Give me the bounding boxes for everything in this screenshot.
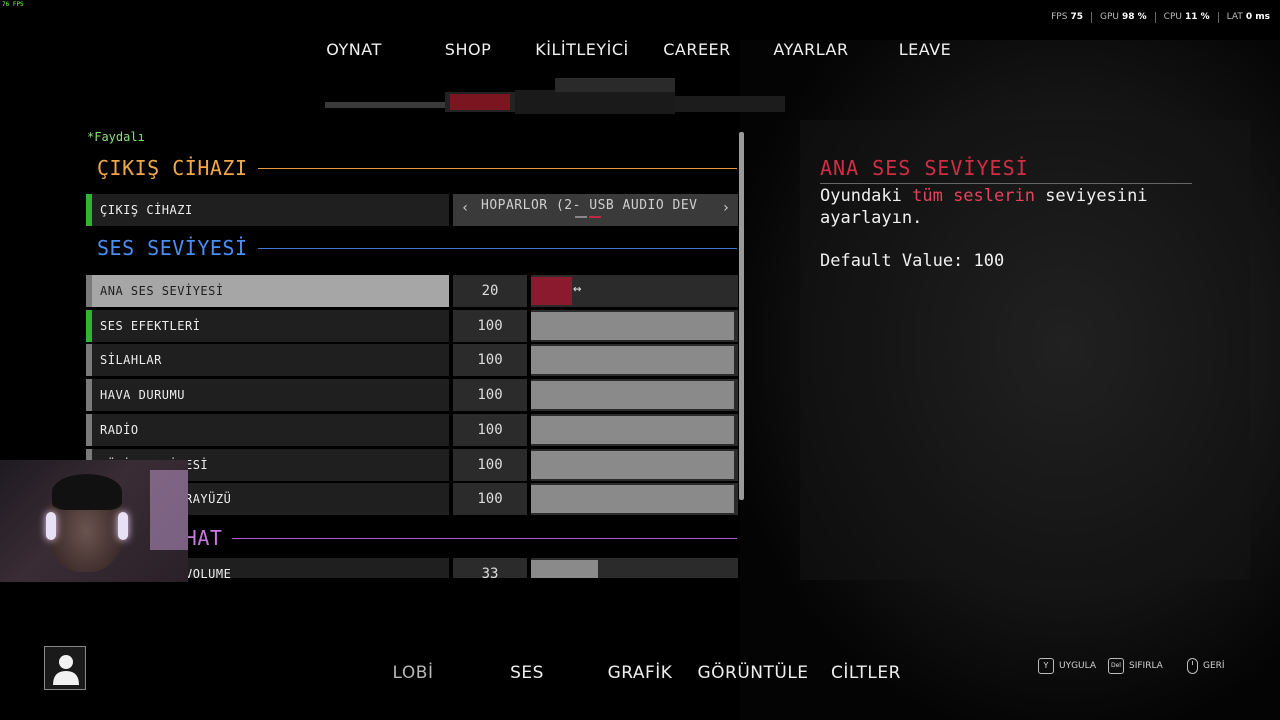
tab-career[interactable]: CAREER xyxy=(663,40,731,59)
tab-lobby[interactable]: LOBİ xyxy=(393,663,434,683)
volume-row[interactable]: ANA SES SEVİYESİ 20 ↔ xyxy=(86,275,738,307)
setting-value: 100 xyxy=(453,379,527,412)
slider-fill xyxy=(531,415,734,444)
key-del-icon: Del xyxy=(1108,658,1124,674)
volume-row[interactable]: HAVA DURUMU 100 xyxy=(86,379,738,412)
slider-fill xyxy=(531,311,734,340)
setting-value: 100 xyxy=(453,448,527,481)
setting-value: 20 xyxy=(453,275,527,307)
tab-leave[interactable]: LEAVE xyxy=(899,40,952,59)
setting-label-box: SES EFEKTLERİ xyxy=(86,309,449,342)
user-icon xyxy=(53,655,79,685)
section-title: SES SEVİYESİ xyxy=(97,236,248,260)
volume-slider[interactable] xyxy=(531,309,738,342)
setting-label: SES EFEKTLERİ xyxy=(100,318,201,333)
output-device-selector[interactable]: ‹ HOPARLOR (2- USB AUDIO DEV › xyxy=(453,194,738,226)
setting-label: ANA SES SEVİYESİ xyxy=(100,284,224,298)
tab-display[interactable]: GÖRÜNTÜLE xyxy=(697,663,808,683)
chevron-left-icon[interactable]: ‹ xyxy=(461,200,469,216)
volume-slider[interactable] xyxy=(531,483,738,516)
divider xyxy=(257,247,737,249)
chevron-right-icon[interactable]: › xyxy=(722,200,730,216)
output-device-row[interactable]: ÇIKIŞ CİHAZI ‹ HOPARLOR (2- USB AUDIO DE… xyxy=(86,194,738,226)
slider-fill xyxy=(531,381,734,410)
divider xyxy=(820,183,1192,184)
volume-slider[interactable] xyxy=(531,344,738,377)
tab-skins[interactable]: CİLTLER xyxy=(831,663,901,683)
setting-label: RADİO xyxy=(100,422,139,437)
volume-row[interactable]: RADİO 100 xyxy=(86,413,738,446)
section-voice-chat: VOICE CHAT xyxy=(97,526,737,550)
slider-fill xyxy=(531,485,734,514)
info-panel: ANA SES SEVİYESİ Oyundaki tüm seslerin s… xyxy=(800,120,1250,580)
divider xyxy=(232,537,737,539)
setting-label-box: ÇIKIŞ CİHAZI xyxy=(86,194,449,226)
webcam-overlay xyxy=(0,460,188,582)
volume-slider[interactable] xyxy=(531,379,738,412)
mouse-icon xyxy=(1187,658,1198,674)
setting-label: HAVA DURUMU xyxy=(100,388,185,403)
hint-reset[interactable]: Del SIFIRLA xyxy=(1108,658,1163,674)
setting-label-box: ANA SES SEVİYESİ xyxy=(86,275,449,307)
selector-pagination xyxy=(575,216,601,218)
slider-fill xyxy=(531,346,734,375)
hint-back[interactable]: GERİ xyxy=(1187,658,1225,674)
volume-slider[interactable] xyxy=(531,558,738,578)
tab-audio[interactable]: SES xyxy=(510,663,544,683)
key-y-icon: Y xyxy=(1038,658,1054,674)
setting-label: SİLAHLAR xyxy=(100,353,162,368)
volume-slider[interactable]: ↔ xyxy=(531,275,738,307)
section-title: ÇIKIŞ CİHAZI xyxy=(97,156,248,180)
setting-value: 33 xyxy=(453,558,527,578)
setting-label: ÇIKIŞ CİHAZI xyxy=(100,203,193,217)
volume-slider[interactable] xyxy=(531,413,738,446)
top-navigation: OYNAT SHOP KİLİTLEYİCİ CAREER AYARLAR LE… xyxy=(0,0,1280,100)
useful-label: *Faydalı xyxy=(87,130,145,144)
info-title: ANA SES SEVİYESİ xyxy=(820,156,1029,180)
scrollbar[interactable] xyxy=(739,132,744,500)
resize-cursor-icon: ↔ xyxy=(573,281,582,297)
volume-slider[interactable] xyxy=(531,448,738,481)
setting-label-box: RADİO xyxy=(86,413,449,446)
setting-label-box: SİLAHLAR xyxy=(86,344,449,377)
slider-fill xyxy=(531,560,598,578)
setting-value: 100 xyxy=(453,483,527,516)
divider xyxy=(257,167,737,169)
tab-graphics[interactable]: GRAFİK xyxy=(608,663,673,683)
volume-row[interactable]: SES EFEKTLERİ 100 xyxy=(86,309,738,342)
setting-value: 100 xyxy=(453,309,527,342)
default-value: Default Value: 100 xyxy=(820,251,1005,271)
tab-settings[interactable]: AYARLAR xyxy=(773,40,848,59)
slider-fill xyxy=(531,450,734,479)
section-output-device: ÇIKIŞ CİHAZI xyxy=(97,156,737,180)
slider-fill xyxy=(531,277,572,305)
tab-unlocker[interactable]: KİLİTLEYİCİ xyxy=(535,40,629,59)
info-description: Oyundaki tüm seslerin seviyesini ayarlay… xyxy=(820,186,1148,228)
setting-label-box: HAVA DURUMU xyxy=(86,379,449,412)
tab-shop[interactable]: SHOP xyxy=(445,40,491,59)
hint-apply[interactable]: Y UYGULA xyxy=(1038,658,1096,674)
profile-avatar-button[interactable] xyxy=(44,646,86,690)
tab-play[interactable]: OYNAT xyxy=(326,40,381,59)
selector-value: HOPARLOR (2- USB AUDIO DEV xyxy=(481,198,698,213)
section-volume: SES SEVİYESİ xyxy=(97,236,737,260)
volume-row[interactable]: SİLAHLAR 100 xyxy=(86,344,738,377)
setting-value: 100 xyxy=(453,413,527,446)
setting-value: 100 xyxy=(453,344,527,377)
